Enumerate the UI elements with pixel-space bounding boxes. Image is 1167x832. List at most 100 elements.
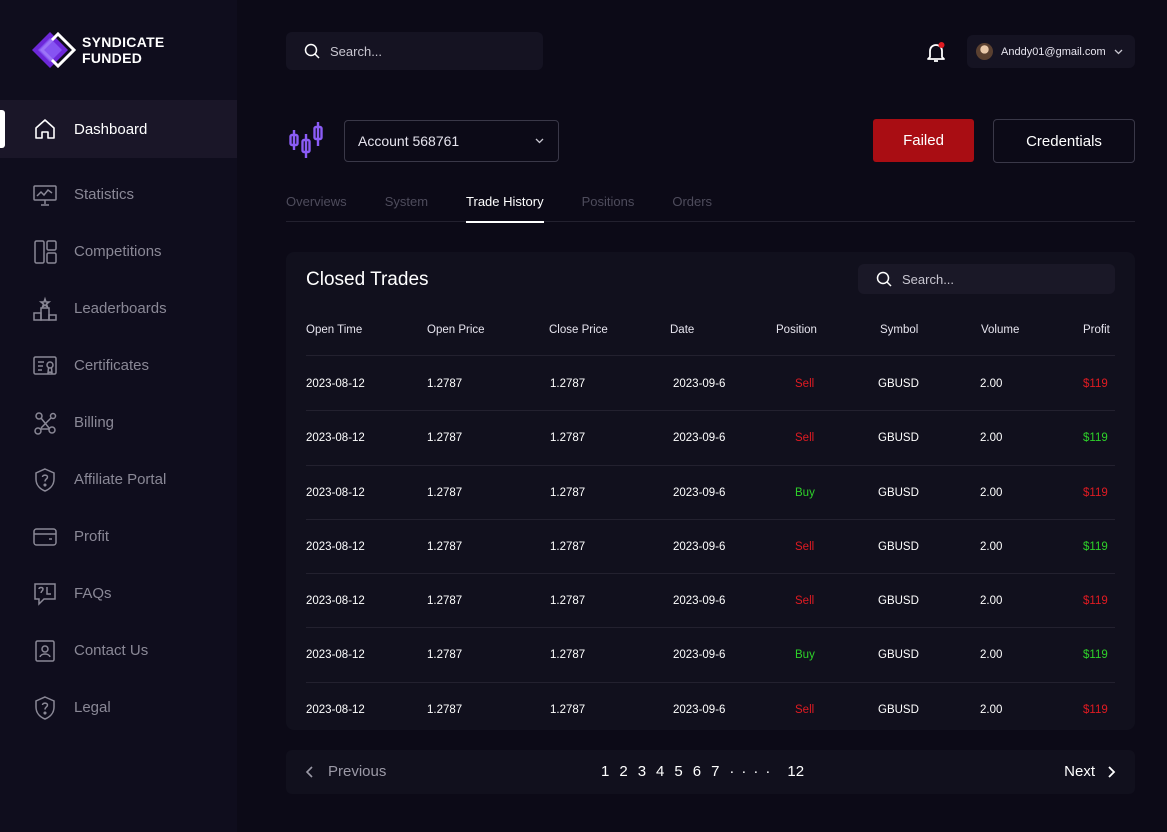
cell-date: 2023-09-6 [673, 595, 726, 608]
tab-overviews[interactable]: Overviews [286, 186, 347, 222]
column-header[interactable]: Close Price [549, 324, 608, 336]
page-link[interactable]: 2 [619, 763, 627, 780]
wallet-icon [32, 524, 58, 550]
cell-profit: $119 [1083, 378, 1108, 390]
presentation-chart-icon [32, 182, 58, 208]
tab-system[interactable]: System [385, 186, 428, 222]
table-search[interactable] [858, 264, 1115, 294]
column-header[interactable]: Open Time [306, 324, 362, 336]
cell-close-price: 1.2787 [550, 486, 586, 499]
page-link[interactable]: 7 [711, 763, 719, 780]
tab-positions[interactable]: Positions [582, 186, 635, 222]
cell-open-time: 2023-08-12 [306, 486, 365, 499]
sidebar-item-affiliate-portal[interactable]: Affiliate Portal [0, 451, 237, 508]
cell-profit: $119 [1083, 703, 1108, 716]
sidebar-item-faqs[interactable]: FAQs [0, 565, 237, 622]
chevron-right-icon [1108, 765, 1116, 778]
previous-page-button[interactable]: Previous [304, 763, 386, 780]
page-link-last[interactable]: 12 [787, 763, 804, 780]
pagination: Previous 1 2 3 4 5 6 7 ···· 12 Next [286, 750, 1135, 794]
brand-line1: SYNDICATE [82, 34, 165, 50]
table-search-input[interactable] [902, 271, 1092, 287]
sidebar-item-dashboard[interactable]: Dashboard [0, 100, 237, 158]
table-row[interactable]: 2023-08-12 1.2787 1.2787 2023-09-6 Buy GBUSD 2… [306, 628, 1115, 683]
cell-symbol: GBUSD [878, 649, 919, 662]
page-link[interactable]: 1 [601, 763, 609, 780]
sidebar-item-legal[interactable]: Legal [0, 679, 237, 736]
sidebar-item-statistics[interactable]: Statistics [0, 166, 237, 223]
contact-card-icon [32, 638, 58, 664]
cell-open-time: 2023-08-12 [306, 649, 365, 662]
table-row[interactable]: 2023-08-12 1.2787 1.2787 2023-09-6 Buy GBUSD 2… [306, 466, 1115, 520]
chevron-down-icon [1114, 49, 1123, 54]
closed-trades-card: Closed Trades Open Time Open Price Close… [286, 252, 1135, 730]
cell-profit: $119 [1083, 432, 1108, 445]
sidebar-item-label: Leaderboards [74, 300, 167, 317]
sidebar-item-billing[interactable]: Billing [0, 394, 237, 451]
global-search[interactable] [286, 32, 543, 70]
column-header[interactable]: Date [670, 324, 694, 336]
card-title: Closed Trades [306, 269, 429, 290]
cell-volume: 2.00 [980, 703, 1003, 716]
sidebar-item-label: Statistics [74, 186, 135, 203]
avatar [976, 43, 993, 60]
cell-open-time: 2023-08-12 [306, 595, 365, 608]
cell-volume: 2.00 [980, 378, 1003, 390]
sidebar-item-leaderboards[interactable]: Leaderboards [0, 280, 237, 337]
cell-position: Sell [795, 595, 815, 608]
table-row[interactable]: 2023-08-12 1.2787 1.2787 2023-09-6 Sell GBUSD… [306, 574, 1115, 629]
user-email: Anddy01@gmail.com [1001, 45, 1106, 58]
user-menu[interactable]: Anddy01@gmail.com [967, 35, 1135, 68]
cell-position: Buy [795, 649, 815, 662]
column-header[interactable]: Symbol [880, 324, 918, 336]
sidebar-item-label: Legal [74, 699, 111, 716]
cell-close-price: 1.2787 [550, 378, 586, 390]
cell-profit: $119 [1083, 595, 1108, 608]
column-header[interactable]: Profit [1083, 324, 1110, 336]
tab-orders[interactable]: Orders [672, 186, 712, 222]
chevron-down-icon [535, 138, 544, 144]
table-row[interactable]: 2023-08-12 1.2787 1.2787 2023-09-6 Sell GBUSD… [306, 357, 1115, 412]
nodes-icon [32, 410, 58, 436]
page-numbers: 1 2 3 4 5 6 7 ···· 12 [601, 763, 814, 780]
cell-profit: $119 [1083, 649, 1108, 662]
sidebar-item-label: FAQs [74, 585, 112, 602]
notification-bell-icon[interactable] [924, 40, 948, 64]
cell-volume: 2.00 [980, 649, 1003, 662]
cell-close-price: 1.2787 [550, 540, 586, 553]
sidebar-item-certificates[interactable]: Certificates [0, 337, 237, 394]
cell-position: Sell [795, 432, 815, 445]
sidebar: SYNDICATE FUNDED Dashboard Statistics Co… [0, 0, 237, 832]
column-header[interactable]: Open Price [427, 324, 485, 336]
credentials-button[interactable]: Credentials [993, 119, 1135, 163]
table-row[interactable]: 2023-08-12 1.2787 1.2787 2023-09-6 Sell GBUSD… [306, 520, 1115, 575]
cell-symbol: GBUSD [878, 540, 919, 553]
account-tabs: Overviews System Trade History Positions… [286, 186, 1135, 223]
cell-volume: 2.00 [980, 595, 1003, 608]
page-link[interactable]: 5 [674, 763, 682, 780]
failed-status-button[interactable]: Failed [873, 119, 974, 162]
table-row[interactable]: 2023-08-12 1.2787 1.2787 2023-09-6 Sell GBUSD… [306, 683, 1115, 730]
cell-open-price: 1.2787 [427, 649, 463, 662]
table-row[interactable]: 2023-08-12 1.2787 1.2787 2023-09-6 Sell GBUSD… [306, 411, 1115, 466]
sidebar-item-contact-us[interactable]: Contact Us [0, 622, 237, 679]
brand-logo[interactable]: SYNDICATE FUNDED [32, 32, 165, 68]
cell-profit: $119 [1083, 540, 1108, 553]
page-link[interactable]: 4 [656, 763, 664, 780]
page-link[interactable]: 6 [693, 763, 701, 780]
sidebar-item-profit[interactable]: Profit [0, 508, 237, 565]
account-select[interactable]: Account 568761 [344, 120, 559, 162]
home-icon [32, 116, 58, 142]
column-header[interactable]: Volume [981, 324, 1019, 336]
page-link[interactable]: 3 [638, 763, 646, 780]
next-label: Next [1064, 763, 1095, 780]
search-input[interactable] [330, 43, 520, 59]
cell-position: Sell [795, 378, 815, 390]
column-header[interactable]: Position [776, 324, 817, 336]
sidebar-item-competitions[interactable]: Competitions [0, 223, 237, 280]
podium-icon [32, 296, 58, 322]
tab-trade-history[interactable]: Trade History [466, 186, 544, 223]
next-page-button[interactable]: Next [1064, 763, 1117, 780]
cell-position: Sell [795, 703, 815, 716]
cell-open-price: 1.2787 [427, 432, 463, 445]
